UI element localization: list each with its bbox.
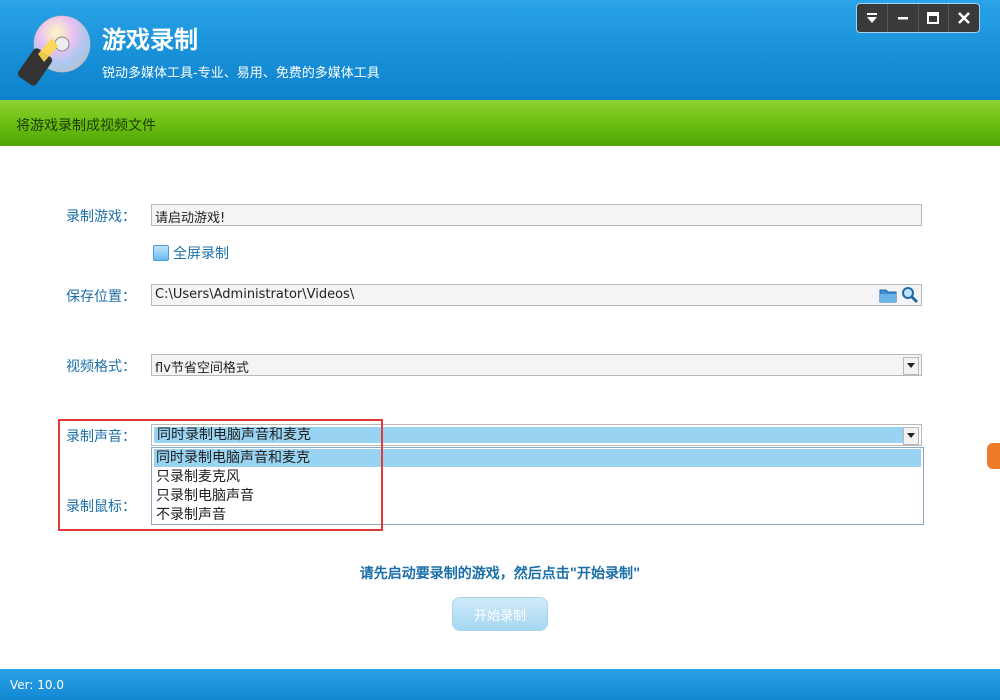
maximize-icon[interactable]: [917, 4, 949, 32]
save-path-field[interactable]: C:\Users\Administrator\Videos\: [151, 284, 922, 306]
fullscreen-label[interactable]: 全屏录制: [173, 243, 229, 263]
format-label: 视频格式：: [66, 359, 136, 375]
search-icon[interactable]: [901, 286, 919, 304]
save-path-value: C:\Users\Administrator\Videos\: [155, 287, 355, 302]
save-label: 保存位置：: [66, 289, 136, 305]
section-bar: 将游戏录制成视频文件: [0, 100, 1000, 146]
title-bar: 游戏录制 锐动多媒体工具-专业、易用、免费的多媒体工具: [0, 0, 1000, 100]
minimize-icon[interactable]: [886, 4, 918, 32]
start-record-button[interactable]: 开始录制: [452, 597, 548, 631]
highlight-box: [58, 419, 383, 531]
status-bar: Ver: 10.0: [0, 669, 1000, 700]
window-controls: [856, 3, 980, 33]
game-label: 录制游戏：: [66, 209, 136, 225]
app-subtitle: 锐动多媒体工具-专业、易用、免费的多媒体工具: [102, 66, 380, 81]
menu-icon[interactable]: [857, 4, 887, 32]
app-title: 游戏录制: [102, 26, 198, 54]
section-title: 将游戏录制成视频文件: [16, 118, 156, 134]
hint-text: 请先启动要录制的游戏，然后点击"开始录制": [359, 566, 641, 582]
folder-icon[interactable]: [879, 287, 897, 303]
close-icon[interactable]: [948, 4, 979, 32]
app-logo-icon: [18, 15, 91, 86]
game-value: 请启动游戏!: [155, 211, 226, 226]
version-text: Ver: 10.0: [10, 678, 64, 692]
fullscreen-checkbox[interactable]: [153, 245, 169, 261]
side-tab[interactable]: [987, 443, 1000, 469]
chevron-down-icon[interactable]: [903, 357, 919, 375]
chevron-down-icon[interactable]: [903, 427, 919, 445]
format-dropdown[interactable]: flv节省空间格式: [151, 354, 922, 376]
game-field[interactable]: 请启动游戏!: [151, 204, 922, 226]
format-value: flv节省空间格式: [155, 361, 249, 376]
